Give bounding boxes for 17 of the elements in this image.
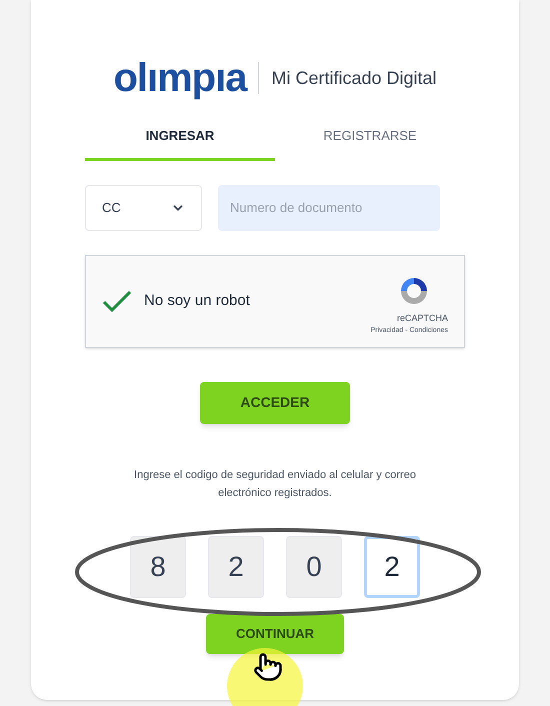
access-button[interactable]: ACCEDER	[200, 382, 350, 424]
tab[interactable]: INGRESAR	[85, 126, 275, 160]
logo: olımpıa	[113, 58, 246, 98]
captcha-label: No soy un robot	[144, 290, 250, 311]
hand-cursor-icon	[253, 652, 283, 682]
code-digit-field[interactable]: 2	[208, 536, 264, 598]
code-prompt: Ingrese el codigo de seguridad enviado al celular y correo electrónico registrados.	[133, 468, 417, 500]
recaptcha-brand: reCAPTCHA	[396, 312, 448, 325]
document-type-select[interactable]: CC	[85, 184, 202, 230]
checkmark-icon[interactable]	[102, 289, 132, 313]
product-name: Mi Certificado Digital	[271, 66, 437, 90]
code-digit-field[interactable]: 8	[130, 536, 186, 598]
tab[interactable]: REGISTRARSE	[275, 126, 465, 160]
code-digit-field[interactable]: 0	[286, 536, 342, 598]
continue-button[interactable]: CONTINUAR	[206, 614, 344, 654]
document-number-field[interactable]: Numero de documento	[218, 184, 440, 230]
code-digit-field[interactable]: 2	[364, 536, 420, 598]
